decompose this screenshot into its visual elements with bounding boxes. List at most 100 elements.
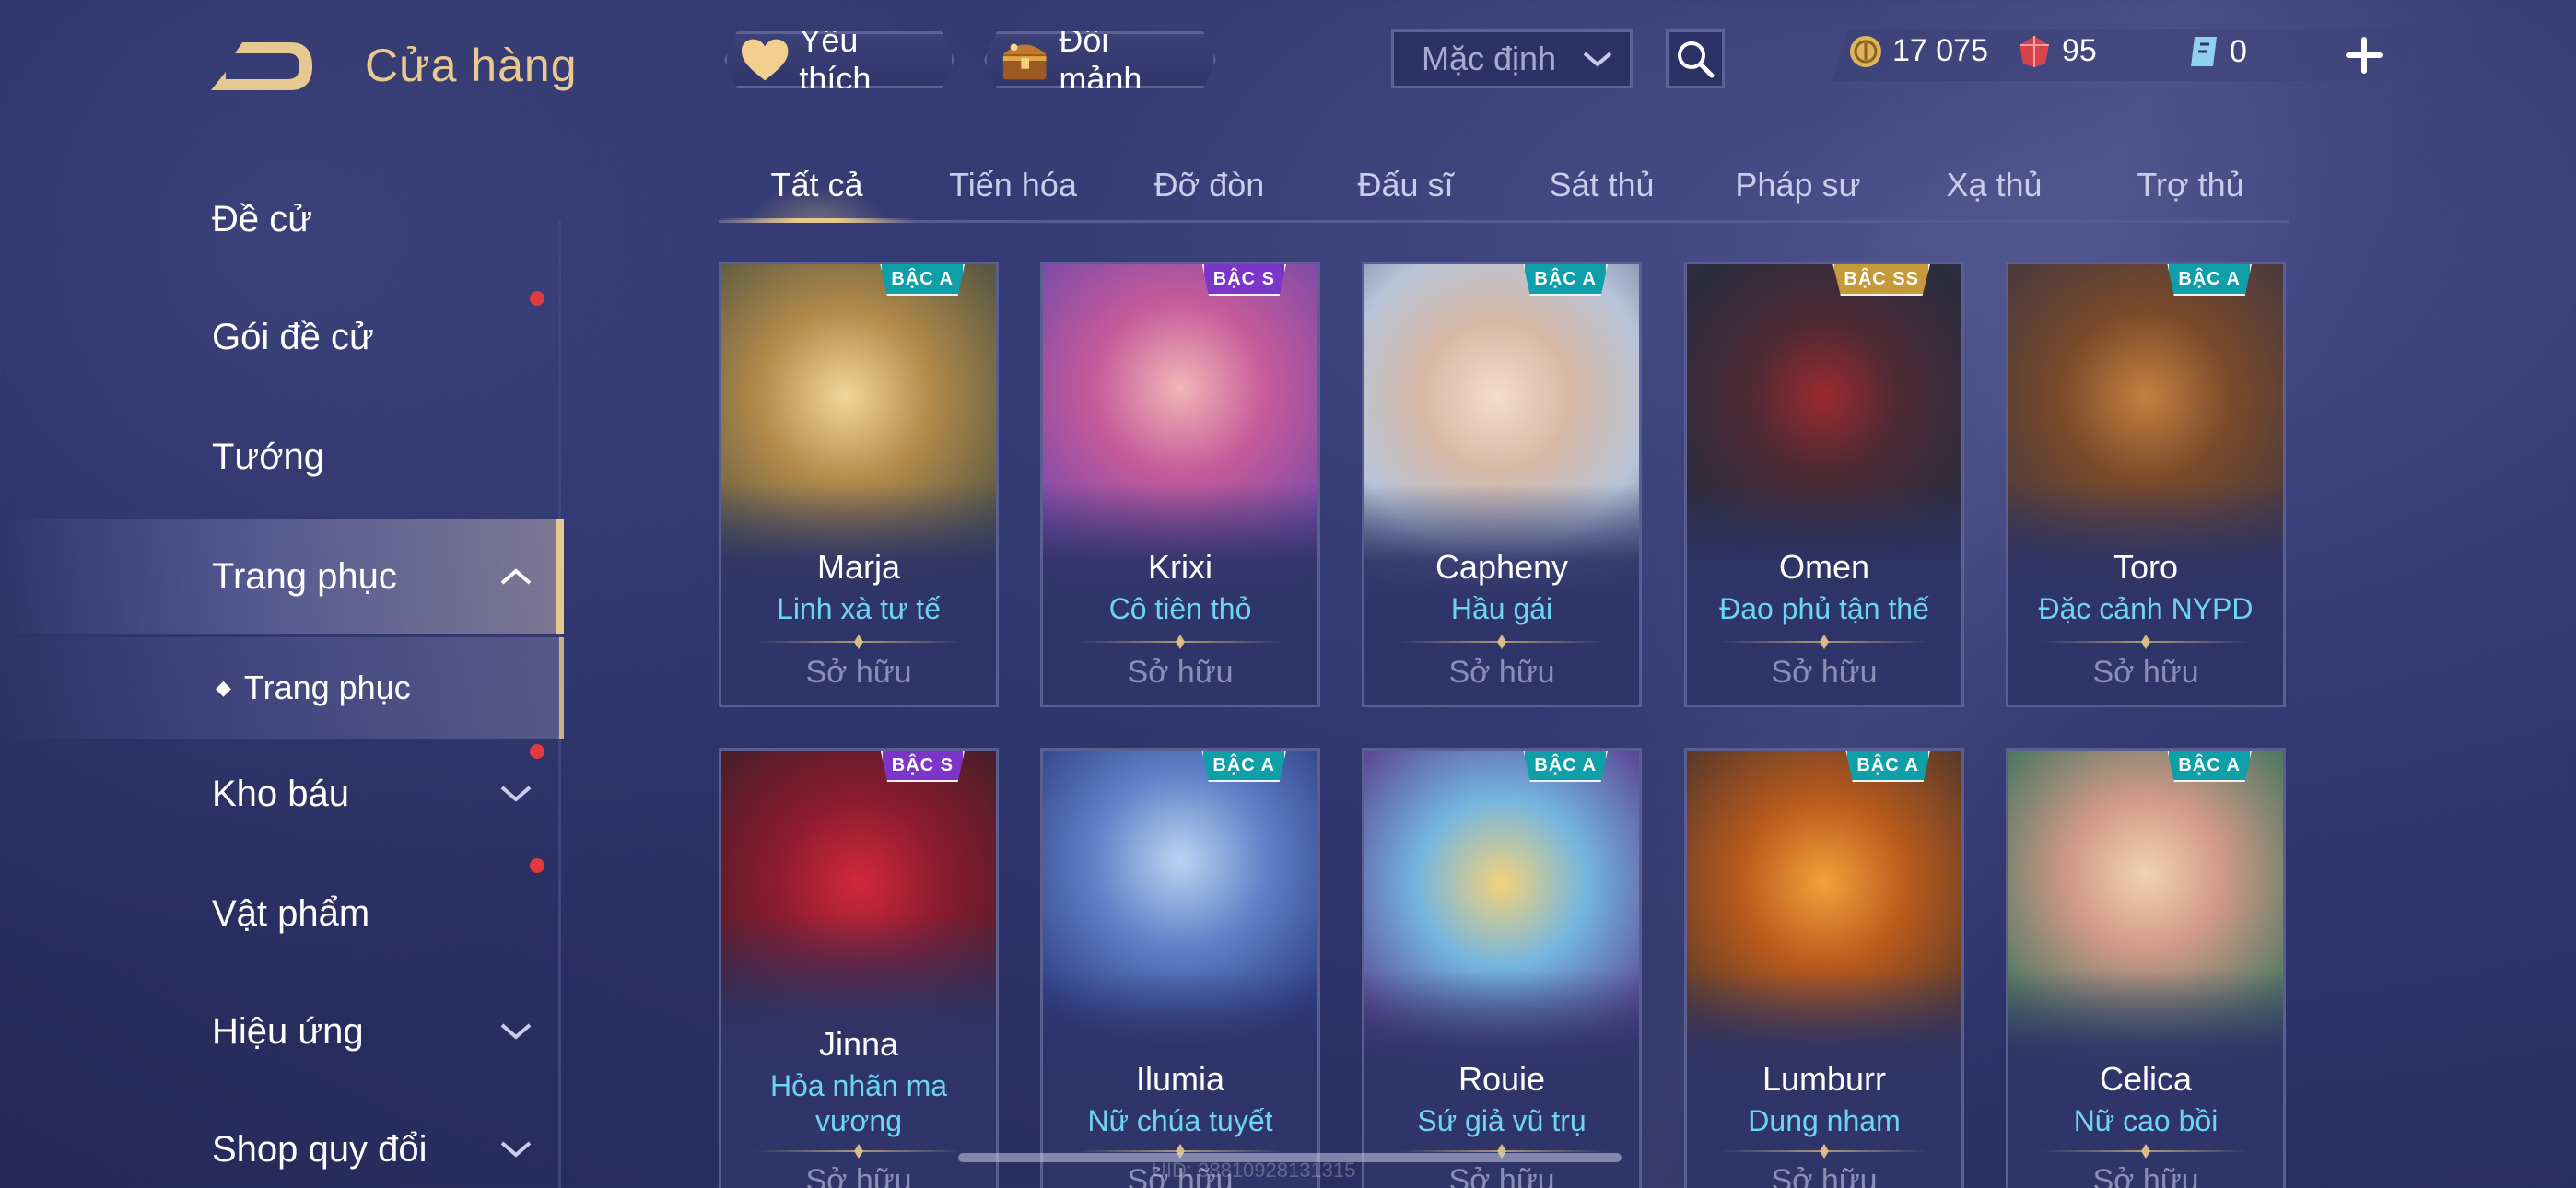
rank-badge: BẬC A [1523,264,1608,296]
owned-status: Sở hữu [1771,1163,1878,1188]
skin-card[interactable]: BẬC A Lumburr Dung nham Sở hữu [1684,748,1964,1188]
rank-badge: BẬC A [1201,751,1286,782]
owned-status: Sở hữu [1127,655,1234,690]
gold-coin-icon [1850,35,1881,67]
owned-status: Sở hữu [2092,1163,2199,1188]
sidebar-item-label: Vật phẩm [212,892,370,934]
tab-assassin[interactable]: Sát thủ [1504,147,1700,220]
ruby-amount: 95 [2062,33,2097,68]
tab-tank[interactable]: Đỡ đòn [1111,147,1307,220]
skin-name: Linh xà tư tế [777,592,941,625]
sidebar-item-label: Gói đề cử [212,316,374,357]
skin-name: Cô tiên thỏ [1108,592,1252,625]
sidebar-item-recommended[interactable]: Đề cử [0,164,564,274]
chevron-down-icon [500,1141,532,1158]
sort-value: Mặc định [1422,40,1557,77]
sidebar-item-label: Shop quy đổi [212,1128,427,1170]
owned-status: Sở hữu [1448,655,1555,690]
skin-card[interactable]: BẬC A Celica Nữ cao bồi Sở hữu [2006,748,2286,1188]
sidebar-item-skins[interactable]: Trang phục [0,519,564,634]
voucher-icon [2191,37,2217,66]
hero-name: Marja [816,548,901,586]
tab-evolution[interactable]: Tiến hóa [915,147,1111,220]
hero-name: Jinna [818,1025,899,1063]
hero-name: Ilumia [1135,1060,1225,1098]
skin-card[interactable]: BẬC A Marja Linh xà tư tế Sở hữu [719,262,999,707]
heart-icon [740,37,790,83]
home-indicator[interactable] [958,1153,1622,1162]
sidebar-item-heroes[interactable]: Tướng [0,402,564,512]
bullet-icon: ◆ [216,676,231,699]
tab-all[interactable]: Tất cả [719,147,915,223]
gold-amount: 17 075 [1892,33,1988,68]
owned-status: Sở hữu [2092,655,2199,690]
tab-fighter[interactable]: Đấu sĩ [1307,147,1504,220]
page-title: Cửa hàng [365,40,578,91]
notification-dot [530,291,544,306]
skin-name: Nữ chúa tuyết [1087,1104,1273,1137]
chevron-down-icon [500,786,532,802]
rank-badge: BẬC A [880,264,965,296]
ruby-icon [2020,35,2049,67]
card-divider [1076,1144,1284,1159]
owned-status: Sở hữu [805,1163,912,1188]
skin-card[interactable]: BẬC S Krixi Cô tiên thỏ Sở hữu [1040,262,1320,707]
sort-dropdown[interactable]: Mặc định [1391,29,1633,88]
sidebar-item-recommended-bundles[interactable]: Gói đề cử [0,282,564,392]
skin-card[interactable]: BẬC A Toro Đặc cảnh NYPD Sở hữu [2006,262,2286,707]
skin-card[interactable]: BẬC A Rouie Sứ giả vũ trụ Sở hữu [1362,748,1642,1188]
skin-name: Hầu gái [1450,592,1553,625]
favorite-button[interactable]: Yêu thích [724,31,954,88]
skin-name: Đao phủ tận thế [1719,592,1929,625]
sidebar-subitem-skins[interactable]: ◆ Trang phục [0,637,564,739]
tab-mage[interactable]: Pháp sư [1700,147,1896,220]
owned-status: Sở hữu [1448,1163,1555,1188]
favorite-label: Yêu thích [799,21,872,98]
skin-name: Đặc cảnh NYPD [2038,592,2254,625]
notification-dot [530,858,544,873]
notification-dot [530,744,544,759]
rank-badge: BẬC SS [1832,264,1930,296]
voucher-amount: 0 [2230,33,2247,69]
category-tabs: Tất cả Tiến hóa Đỡ đòn Đấu sĩ Sát thủ Ph… [719,147,2289,223]
search-button[interactable] [1666,29,1725,88]
rank-badge: BẬC A [1845,751,1930,782]
skin-card[interactable]: BẬC S Jinna Hỏa nhãn ma vương Sở hữu [719,748,999,1188]
rank-badge: BẬC S [880,751,965,782]
card-divider [2042,1144,2250,1159]
sidebar-item-label: Đề cử [212,198,313,239]
card-divider [1720,635,1928,649]
voucher-balance: 0 [2187,33,2247,70]
chevron-down-icon [500,1023,532,1040]
plus-icon [2346,37,2383,74]
exchange-label: Đổi mảnh [1059,21,1142,98]
sidebar-item-treasure[interactable]: Kho báu [0,739,564,849]
hero-name: Lumburr [1762,1060,1887,1098]
tab-marksman[interactable]: Xạ thủ [1896,147,2092,220]
chevron-down-icon [1583,52,1612,67]
sidebar-item-exchange-shop[interactable]: Shop quy đổi [0,1094,564,1188]
sidebar-item-label: Tướng [212,436,324,477]
skin-name: Dung nham [1748,1104,1901,1137]
tab-support[interactable]: Trợ thủ [2092,147,2289,220]
owned-status: Sở hữu [805,655,912,690]
card-divider [755,1144,963,1159]
back-arrow-icon [211,42,312,90]
owned-status: Sở hữu [1771,655,1878,690]
back-button[interactable] [207,35,318,99]
sidebar-subitem-label: Trang phục [243,669,411,706]
search-icon [1678,41,1715,78]
skin-card[interactable]: BẬC A Ilumia Nữ chúa tuyết Sở hữu [1040,748,1320,1188]
rank-badge: BẬC A [2167,751,2252,782]
sidebar-item-effects[interactable]: Hiệu ứng [0,976,564,1087]
gold-balance: 17 075 [1848,33,1988,69]
sidebar-item-items[interactable]: Vật phẩm [0,858,564,969]
top-up-button[interactable] [2340,31,2388,79]
hero-name: Krixi [1148,548,1212,586]
exchange-fragments-button[interactable]: Đổi mảnh [984,31,1216,88]
hero-name: Capheny [1434,548,1569,586]
rank-badge: BẬC A [1523,751,1608,782]
skin-card[interactable]: BẬC A Capheny Hầu gái Sở hữu [1362,262,1642,707]
card-divider [755,635,963,649]
skin-card[interactable]: BẬC SS Omen Đao phủ tận thế Sở hữu [1684,262,1964,707]
